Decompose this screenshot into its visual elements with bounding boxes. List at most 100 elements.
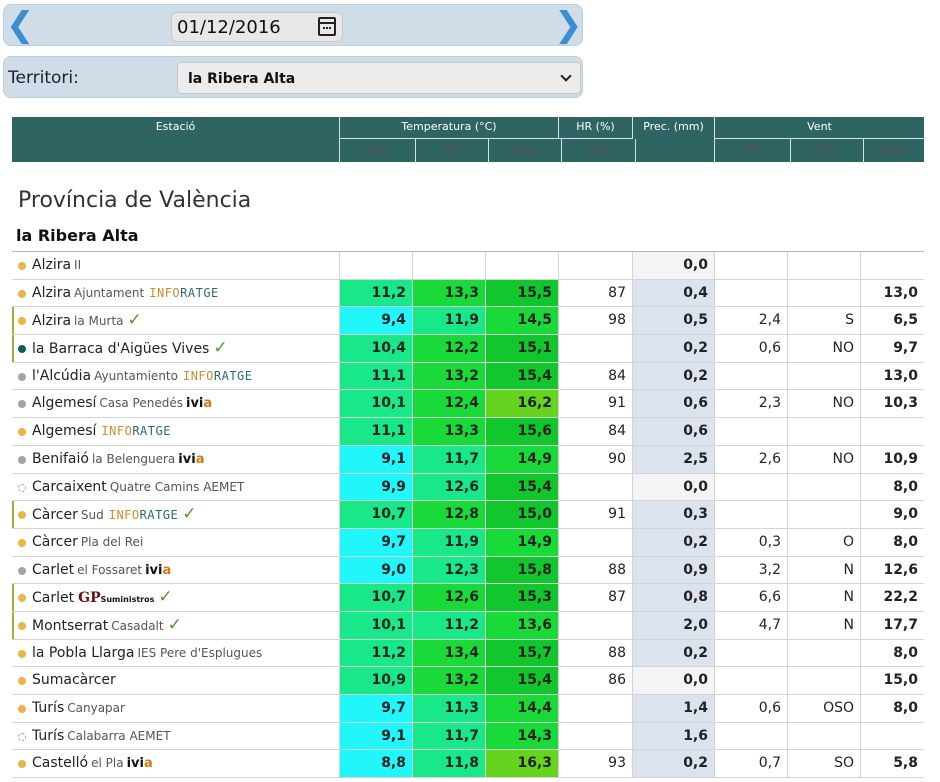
hr-cell xyxy=(559,528,633,556)
station-name[interactable]: Montserrat xyxy=(32,618,108,634)
table-row[interactable]: Carcaixent Quatre Camins AEMET 9,9 12,6 15,4… xyxy=(12,473,924,502)
chevron-left-icon: ❮ xyxy=(6,5,35,45)
station-name[interactable]: la Barraca d'Aigües Vives xyxy=(32,341,209,357)
wind-max-cell: 5,8 xyxy=(893,755,918,772)
table-row[interactable]: Montserrat Casadalt ✓ 10,1 11,2 13,6 2,0 4,7 N 17… xyxy=(12,611,924,640)
temp-max-cell: 15,6 xyxy=(486,418,559,445)
temp-mit-cell: 12,2 xyxy=(413,335,486,362)
table-row[interactable]: Carlet GPSuministros ✓ 10,7 12,6 15,3 87 0,8 6,6… xyxy=(12,584,924,612)
station-cell[interactable]: Benifaió la Belenguera ivia xyxy=(12,445,340,473)
wind-mit-cell: 6,6 xyxy=(715,584,788,611)
table-row[interactable]: Turís Calabarra AEMET 9,1 11,7 14,3 1,6 xyxy=(12,722,924,751)
station-name[interactable]: l'Alcúdia xyxy=(32,368,91,384)
table-row[interactable]: Alzira Ajuntament INFORATGE 11,2 13,3 15,5 87 0… xyxy=(12,279,924,308)
station-cell[interactable]: Carlet el Fossaret ivia xyxy=(12,556,340,584)
status-dot-icon xyxy=(18,705,26,713)
station-name[interactable]: Carlet xyxy=(32,562,74,578)
wind-dir-cell: N xyxy=(788,584,861,611)
hr-cell: 93 xyxy=(559,750,633,778)
wind-dir-cell: SO xyxy=(788,750,861,778)
temp-min-cell: 11,2 xyxy=(340,639,413,667)
checkmark-icon: ✓ xyxy=(167,614,182,635)
station-name[interactable]: Alzira xyxy=(32,313,71,329)
station-name[interactable]: Alzira xyxy=(32,257,71,273)
station-cell[interactable]: Algemesí Casa Penedés ivia xyxy=(12,390,340,418)
table-row[interactable]: la Barraca d'Aigües Vives ✓ 10,4 12,2 15,1 0,… xyxy=(12,335,924,363)
table-row[interactable]: Càrcer Pla del Rei 9,7 11,9 14,9 0,2 0,3 O 8,0 xyxy=(12,528,924,557)
station-cell[interactable]: Alzira II xyxy=(12,252,340,279)
station-cell[interactable]: Carlet GPSuministros ✓ xyxy=(12,584,340,611)
station-name[interactable]: Algemesí xyxy=(32,423,96,439)
wind-max-cell: 8,0 xyxy=(893,700,918,716)
table-row[interactable]: Turís Canyapar 9,7 11,3 14,4 1,4 0,6 OSO 8,0 xyxy=(12,695,924,723)
station-cell[interactable]: la Pobla Llarga IES Pere d'Esplugues xyxy=(12,639,340,667)
territory-label: Territori: xyxy=(8,68,79,88)
wind-mit-cell xyxy=(715,722,788,750)
station-cell[interactable]: l'Alcúdia Ayuntamiento INFORATGE xyxy=(12,362,340,390)
station-location: Ajuntament xyxy=(74,285,145,300)
temp-min-cell: 10,7 xyxy=(340,501,413,528)
territory-bar: Territori: la Ribera Alta xyxy=(3,56,583,98)
checkmark-icon: ✓ xyxy=(182,504,197,525)
territory-select[interactable]: la Ribera Alta xyxy=(177,62,581,94)
station-name[interactable]: Benifaió xyxy=(32,451,89,467)
station-name[interactable]: Càrcer xyxy=(32,507,78,523)
station-cell[interactable]: Càrcer Pla del Rei xyxy=(12,528,340,556)
station-name[interactable]: Turís xyxy=(32,700,64,716)
date-input[interactable]: 01/12/2016 xyxy=(171,12,343,42)
table-row[interactable]: Càrcer Sud INFORATGE ✓ 10,7 12,8 15,0 91 0,3 9,0 xyxy=(12,501,924,529)
table-row[interactable]: Castelló el Pla ivia 8,8 11,8 16,3 93 0,2 0,7 SO 5… xyxy=(12,750,924,779)
ivia-logo: ivia xyxy=(186,396,213,412)
station-name[interactable]: Càrcer xyxy=(32,534,78,550)
checkmark-icon: ✓ xyxy=(213,338,228,359)
prec-cell: 0,6 xyxy=(633,418,715,445)
table-row[interactable]: Sumacàrcer 10,9 13,2 15,4 86 0,0 15,0 xyxy=(12,667,924,695)
calendar-icon[interactable] xyxy=(318,17,336,36)
station-name[interactable]: Castelló xyxy=(32,755,88,771)
wind-dir-cell: N xyxy=(788,611,861,639)
station-cell[interactable]: Alzira la Murta ✓ xyxy=(12,307,340,335)
table-row[interactable]: Alzira II 0,0 xyxy=(12,252,924,280)
station-cell[interactable]: Alzira Ajuntament INFORATGE xyxy=(12,279,340,307)
wind-dir-cell: OSO xyxy=(788,695,861,722)
status-dot-icon xyxy=(18,511,26,520)
table-row[interactable]: Carlet el Fossaret ivia 9,0 12,3 15,8 88 0,9 3,2… xyxy=(12,556,924,585)
previous-day-button[interactable]: ❮ xyxy=(6,8,35,42)
wind-max-cell xyxy=(861,252,924,279)
station-cell[interactable]: Castelló el Pla ivia xyxy=(12,750,340,778)
table-row[interactable]: l'Alcúdia Ayuntamiento INFORATGE 11,1 13,2 15… xyxy=(12,362,924,391)
gp-suministros-logo: GPSuministros xyxy=(78,590,155,607)
station-name[interactable]: Sumacàrcer xyxy=(32,672,116,688)
station-name[interactable]: Carcaixent xyxy=(32,479,107,495)
station-cell[interactable]: Montserrat Casadalt ✓ xyxy=(12,611,340,639)
wind-dir-cell xyxy=(788,362,861,390)
temp-max-cell: 16,2 xyxy=(486,390,559,418)
table-row[interactable]: Algemesí INFORATGE 11,1 13,3 15,6 84 0,6 xyxy=(12,418,924,446)
station-cell[interactable]: Turís Canyapar xyxy=(12,695,340,722)
station-cell[interactable]: Càrcer Sud INFORATGE ✓ xyxy=(12,501,340,528)
station-name[interactable]: Carlet xyxy=(32,590,74,606)
wind-dir-cell xyxy=(788,418,861,445)
wind-max-cell xyxy=(861,723,924,750)
wind-mit-cell: 2,4 xyxy=(715,307,788,335)
station-name[interactable]: Alzira xyxy=(32,285,71,301)
status-dot-icon xyxy=(18,732,26,741)
temp-mit-cell: 11,8 xyxy=(413,750,486,778)
station-cell[interactable]: Algemesí INFORATGE xyxy=(12,418,340,445)
table-row[interactable]: Benifaió la Belenguera ivia 9,1 11,7 14,9 90 2,… xyxy=(12,445,924,474)
next-day-button[interactable]: ❯ xyxy=(554,8,583,42)
station-cell[interactable]: Turís Calabarra AEMET xyxy=(12,722,340,750)
table-row[interactable]: la Pobla Llarga IES Pere d'Esplugues 11,2 1… xyxy=(12,639,924,668)
station-cell[interactable]: Sumacàrcer xyxy=(12,667,340,694)
hr-cell: 91 xyxy=(559,501,633,528)
temp-mit-cell: 12,4 xyxy=(413,390,486,418)
wind-max-cell: 12,6 xyxy=(883,561,918,578)
station-cell[interactable]: Carcaixent Quatre Camins AEMET xyxy=(12,473,340,501)
table-row[interactable]: Alzira la Murta ✓ 9,4 11,9 14,5 98 0,5 2,4 S 6,5 xyxy=(12,307,924,336)
station-name[interactable]: Turís xyxy=(32,728,64,744)
station-name[interactable]: Algemesí xyxy=(32,395,96,411)
station-cell[interactable]: la Barraca d'Aigües Vives ✓ xyxy=(12,335,340,362)
station-name[interactable]: la Pobla Llarga xyxy=(32,645,134,661)
table-row[interactable]: Algemesí Casa Penedés ivia 10,1 12,4 16,2 91 0,… xyxy=(12,390,924,419)
wind-mit-cell xyxy=(715,418,788,445)
